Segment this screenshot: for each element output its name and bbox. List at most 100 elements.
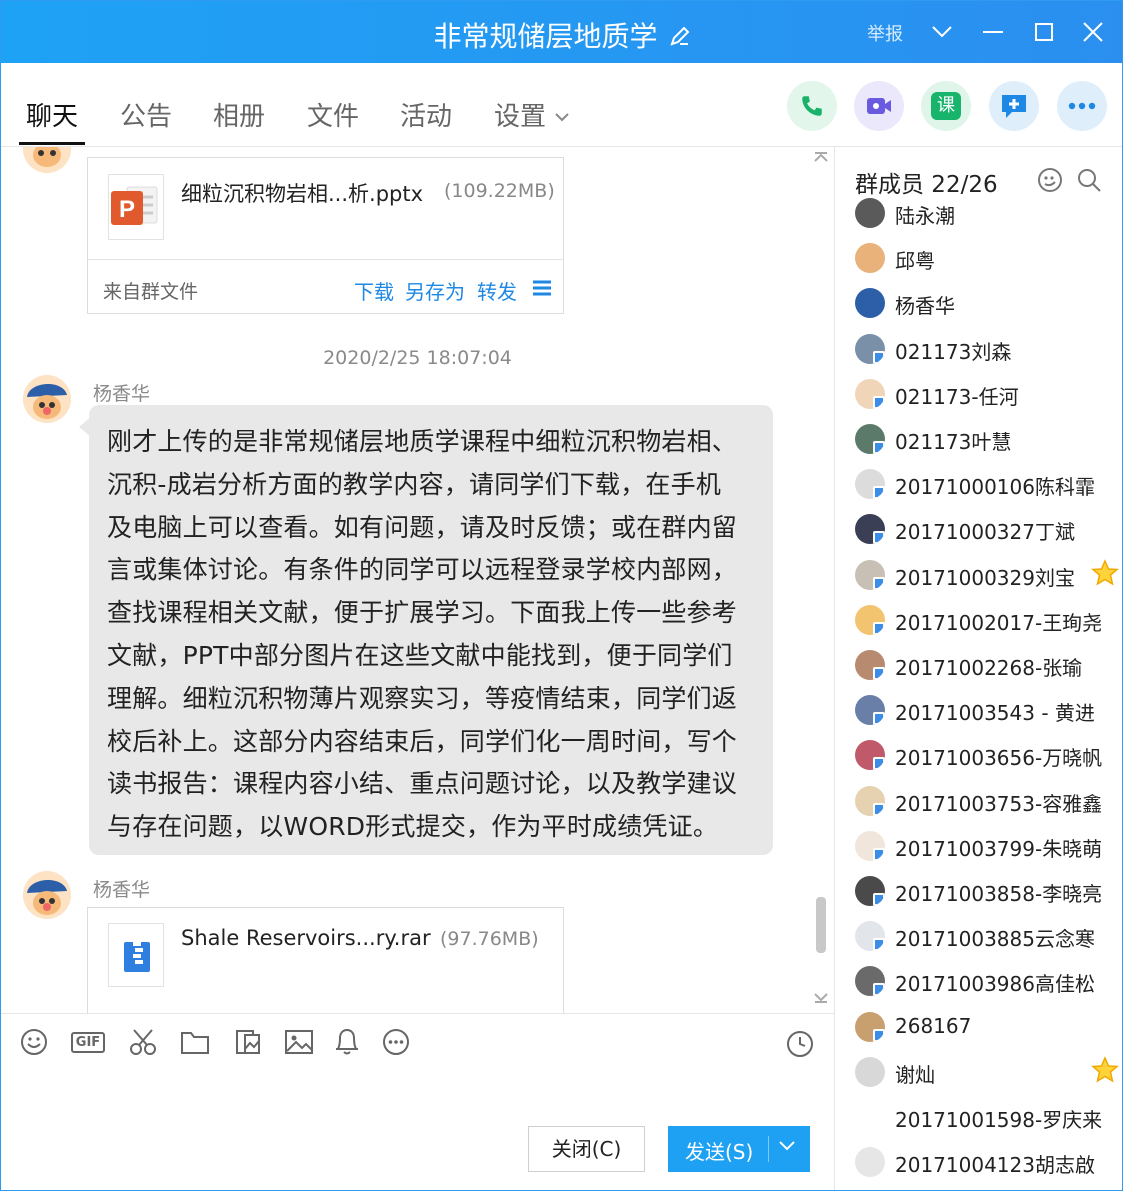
chevron-down-icon[interactable] <box>927 17 957 47</box>
member-item[interactable]: 陆永潮 <box>855 193 1115 233</box>
video-icon[interactable] <box>854 81 904 131</box>
chat-history[interactable]: P 细粒沉积物岩相...析.pptx (109.22MB) 来自群文件 下载 另… <box>1 147 834 1013</box>
course-icon-glyph: 课 <box>931 92 961 120</box>
member-item[interactable]: 谢灿 <box>855 1052 1119 1092</box>
forward-link[interactable]: 转发 <box>477 276 517 305</box>
tab-announcement[interactable]: 公告 <box>120 96 172 133</box>
file-card-rar[interactable]: Shale Reservoirs...ry.rar (97.76MB) <box>87 907 564 1013</box>
file-size: (97.76MB) <box>440 928 539 950</box>
close-icon[interactable] <box>1078 17 1108 47</box>
tab-activities[interactable]: 活动 <box>400 96 452 133</box>
member-item[interactable]: 20171003885云念寒 <box>855 916 1115 956</box>
member-name: 谢灿 <box>895 1062 935 1087</box>
sender-avatar[interactable] <box>23 375 71 423</box>
from-group-files-label: 来自群文件 <box>103 281 199 303</box>
mobile-device-icon <box>873 395 885 409</box>
member-item[interactable]: 021173刘森 <box>855 329 1115 369</box>
edit-pencil-icon[interactable] <box>668 22 692 55</box>
member-item[interactable]: 杨香华 <box>855 283 1115 323</box>
mobile-device-icon <box>873 983 885 997</box>
add-message-icon[interactable] <box>989 81 1039 131</box>
message-timestamp: 2020/2/25 18:07:04 <box>323 347 512 369</box>
member-name: 20171003543 - 黄进 <box>895 701 1095 726</box>
member-panel: 群成员 22/26 陆永潮 邱粤 杨香华 021173刘森 021173-任河 02117… <box>834 147 1122 1190</box>
message-bubble[interactable]: 刚才上传的是非常规储层地质学课程中细粒沉积物岩相、 沉积-成岩分析方面的教学内容… <box>89 405 773 855</box>
message-line: 沉积-成岩分析方面的教学内容，请同学们下载，在手机 <box>107 469 722 499</box>
emoji-icon[interactable] <box>17 1026 51 1058</box>
scroll-up-icon <box>814 152 828 162</box>
mobile-device-icon <box>873 576 885 590</box>
mobile-device-icon <box>873 441 885 454</box>
member-item[interactable]: 20171002017-王珣尧 <box>855 600 1115 640</box>
mobile-device-icon <box>873 531 885 545</box>
member-name: 20171001598-罗庆来 <box>895 1108 1103 1132</box>
mobile-device-icon <box>873 893 885 906</box>
member-avatar <box>855 966 885 997</box>
more-circle-icon[interactable] <box>379 1026 413 1058</box>
chat-scrollbar-thumb[interactable] <box>816 897 826 953</box>
member-item[interactable]: 20171000327丁斌 <box>855 509 1115 549</box>
message-line: 与存在问题，以WORD形式提交，作为平时成绩凭证。 <box>107 812 719 842</box>
member-item[interactable]: 20171001598-罗庆来 <box>855 1097 1115 1137</box>
star-badge-icon <box>1091 558 1119 586</box>
image-file-icon[interactable] <box>231 1026 265 1058</box>
member-item[interactable]: 20171000106陈科霏 <box>855 464 1115 504</box>
member-item[interactable]: 20171003543 - 黄进 <box>855 690 1115 730</box>
screenshot-scissors-icon[interactable] <box>126 1026 160 1058</box>
member-item[interactable]: 20171002268-张瑜 <box>855 645 1115 685</box>
folder-icon[interactable] <box>178 1026 212 1058</box>
member-name: 20171003986高佳松 <box>895 972 1095 997</box>
member-item[interactable]: 021173-任河 <box>855 374 1115 414</box>
member-item[interactable]: 20171003986高佳松 <box>855 961 1115 1001</box>
member-avatar <box>855 1011 885 1042</box>
member-name: 20171000327丁斌 <box>895 520 1075 545</box>
tab-chat[interactable]: 聊天 <box>26 96 78 133</box>
settings-chevron-icon <box>555 112 569 121</box>
file-card-pptx[interactable]: P 细粒沉积物岩相...析.pptx (109.22MB) 来自群文件 下载 另… <box>87 157 564 314</box>
tab-settings[interactable]: 设置 <box>494 96 570 133</box>
message-input-area[interactable]: GIF 关闭(C) 发送(S) <box>1 1013 834 1190</box>
scroll-down-icon <box>814 993 828 1003</box>
history-clock-icon[interactable] <box>783 1028 817 1060</box>
gif-icon[interactable]: GIF <box>68 1026 108 1058</box>
phone-icon[interactable] <box>787 81 837 131</box>
window-title: 非常规储层地质学 <box>433 20 658 53</box>
sender-avatar[interactable] <box>23 147 71 173</box>
tab-album[interactable]: 相册 <box>213 96 265 133</box>
mobile-device-icon <box>873 847 885 861</box>
save-as-link[interactable]: 另存为 <box>405 276 465 305</box>
member-item[interactable]: 20171003656-万晓帆 <box>855 735 1115 775</box>
close-button[interactable]: 关闭(C) <box>528 1126 645 1172</box>
tab-files[interactable]: 文件 <box>307 96 359 133</box>
mobile-device-icon <box>873 486 885 500</box>
member-item[interactable]: 20171004123胡志啟 <box>855 1142 1115 1182</box>
send-button[interactable]: 发送(S) <box>668 1126 810 1172</box>
sender-avatar[interactable] <box>23 871 71 919</box>
maximize-icon[interactable] <box>1029 17 1059 47</box>
member-item[interactable]: 268167 <box>855 1007 1115 1047</box>
member-avatar <box>855 424 885 454</box>
member-avatar <box>855 469 885 500</box>
file-menu-icon <box>533 280 551 296</box>
pptx-file-icon: P <box>108 174 164 240</box>
report-button[interactable]: 举报 <box>867 20 903 46</box>
member-item[interactable]: 20171003858-李晓亮 <box>855 871 1115 911</box>
minimize-icon[interactable] <box>978 17 1008 47</box>
picture-icon[interactable] <box>282 1026 316 1058</box>
member-name: 268167 <box>895 1013 972 1038</box>
bell-icon[interactable] <box>330 1026 364 1058</box>
member-item[interactable]: 邱粤 <box>855 238 1115 278</box>
mobile-device-icon <box>873 712 885 726</box>
course-icon[interactable]: 课 <box>921 81 971 131</box>
member-avatar <box>855 921 885 952</box>
member-avatar <box>855 1102 885 1132</box>
member-item[interactable]: 20171003799-朱晓萌 <box>855 826 1115 866</box>
more-icon[interactable] <box>1057 81 1107 131</box>
member-settings-icon <box>1038 168 1062 192</box>
download-link[interactable]: 下载 <box>354 276 394 305</box>
file-card-footer: 来自群文件 下载 另存为 转发 <box>88 259 563 314</box>
member-item[interactable]: 20171000329刘宝 <box>855 555 1119 595</box>
member-name: 021173叶慧 <box>895 430 1012 454</box>
member-item[interactable]: 021173叶慧 <box>855 419 1115 459</box>
member-item[interactable]: 20171003753-容雅鑫 <box>855 781 1115 821</box>
